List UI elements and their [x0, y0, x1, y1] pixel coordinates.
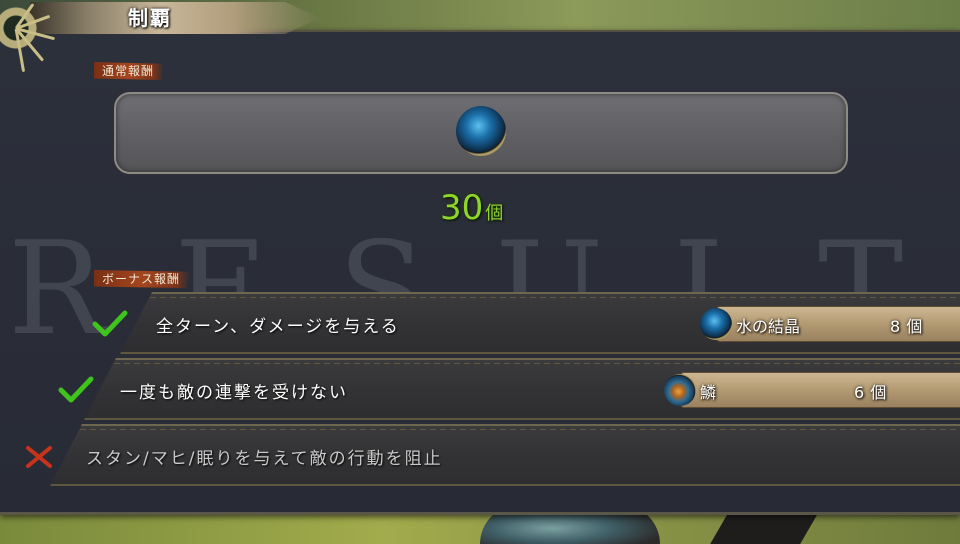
normal-reward-label: 通常報酬 [94, 62, 165, 80]
bonus-condition-row-1: 全ターン、ダメージを与える 水の結晶 8個 [120, 292, 960, 354]
bonus-reward-label: ボーナス報酬 [94, 270, 191, 288]
check-icon [92, 310, 128, 337]
result-panel: RESULT 通常報酬 30 個 ボーナス報酬 全ターン、ダメージを与える 水の結… [0, 30, 960, 515]
item-plate [680, 372, 960, 408]
item-name: 鱗 [700, 383, 717, 402]
scale-icon [664, 374, 696, 406]
quantity-unit: 個 [485, 203, 504, 224]
quantity-value: 30 [440, 188, 484, 228]
water-crystal-icon [456, 106, 506, 156]
cross-icon [26, 446, 52, 468]
item-count: 6個 [854, 383, 887, 402]
item-count: 8個 [890, 317, 923, 336]
condition-text: スタン/マヒ/眠りを与えて敵の行動を阻止 [86, 449, 443, 469]
bonus-condition-row-3: スタン/マヒ/眠りを与えて敵の行動を阻止 [50, 424, 960, 486]
sun-emblem-icon [0, 0, 64, 104]
page-title: 制覇 [128, 6, 172, 30]
normal-reward-quantity: 30 個 [440, 188, 503, 228]
check-icon [58, 376, 94, 403]
item-name: 水の結晶 [736, 317, 801, 336]
condition-text: 全ターン、ダメージを与える [156, 317, 400, 337]
title-banner [30, 2, 320, 34]
condition-text: 一度も敵の連撃を受けない [120, 383, 348, 403]
water-crystal-icon [700, 308, 732, 340]
bonus-condition-row-2: 一度も敵の連撃を受けない 鱗 6個 [84, 358, 960, 420]
